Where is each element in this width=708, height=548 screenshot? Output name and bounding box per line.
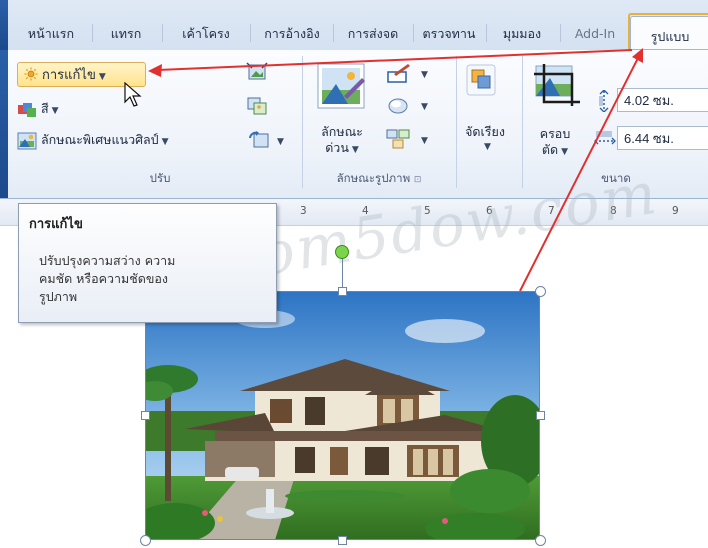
ruler-number: 4 — [362, 205, 369, 217]
height-icon — [599, 90, 609, 112]
resize-handle-bottom[interactable] — [338, 536, 347, 545]
resize-handle-left[interactable] — [141, 411, 150, 420]
group-divider — [302, 56, 303, 188]
chevron-down-icon: ▼ — [561, 147, 569, 157]
app-accent-bar — [0, 50, 8, 198]
ruler-number: 5 — [424, 205, 431, 217]
effects-icon[interactable] — [386, 96, 412, 116]
tab-divider — [560, 24, 561, 42]
tooltip-title: การแก้ไข — [29, 217, 83, 232]
change-picture-icon[interactable] — [246, 96, 268, 116]
ruler-number: 9 — [672, 205, 679, 217]
group-divider — [456, 56, 457, 188]
arrange-label: จัดเรียง — [465, 124, 505, 139]
quick-styles-label-text: ด่วน — [325, 140, 349, 155]
resize-handle-top[interactable] — [338, 287, 347, 296]
chevron-down-icon: ▼ — [161, 137, 169, 147]
ruler-number: 8 — [610, 205, 617, 217]
ruler-number: 3 — [300, 205, 307, 217]
compress-icon[interactable] — [246, 62, 268, 82]
resize-handle-bottom-left[interactable] — [140, 535, 151, 546]
tab-divider — [162, 24, 163, 42]
resize-handle-bottom-right[interactable] — [535, 535, 546, 546]
tab-review[interactable]: ตรวจทาน — [416, 21, 482, 47]
ruler-number: 6 — [486, 205, 493, 217]
group-divider — [522, 56, 523, 188]
color-icon — [18, 102, 36, 117]
crop-icon[interactable] — [532, 62, 582, 106]
artistic-effects-button[interactable]: ลักษณะพิเศษแนวศิลป์ ▼ — [17, 128, 169, 152]
tab-divider — [486, 24, 487, 42]
quick-styles-label-line1: ลักษณะ — [321, 124, 363, 139]
resize-handle-right[interactable] — [536, 411, 545, 420]
tab-divider — [92, 24, 93, 42]
chevron-down-icon: ▼ — [421, 70, 428, 80]
quick-styles-icon[interactable] — [316, 62, 368, 112]
corrections-label: การแก้ไข — [42, 68, 96, 83]
corrections-tooltip: การแก้ไข ปรับปรุงความสว่าง ความ คมชัด หร… — [18, 203, 277, 323]
tab-highlight-frame — [628, 13, 708, 51]
width-icon — [594, 131, 616, 145]
size-group-label: ขนาด — [601, 171, 631, 185]
tab-references[interactable]: การอ้างอิง — [254, 21, 330, 47]
border-icon[interactable] — [386, 62, 412, 84]
arrange-icon[interactable] — [466, 64, 496, 96]
cursor-icon — [124, 82, 142, 107]
picture-selection-frame — [145, 291, 540, 540]
tab-mailings[interactable]: การส่งจด — [336, 21, 410, 47]
crop-label-line2: ตัด ▼ — [527, 142, 583, 160]
chevron-down-icon: ▼ — [351, 145, 359, 155]
tab-divider — [413, 24, 414, 42]
crop-label-line1: ครอบ — [539, 126, 571, 141]
ruler-number: 7 — [548, 205, 555, 217]
chevron-down-icon: ▼ — [421, 102, 428, 112]
chevron-down-icon: ▼ — [51, 106, 59, 116]
chevron-down-icon: ▼ — [277, 137, 284, 147]
resize-handle-top-right[interactable] — [535, 286, 546, 297]
tab-home[interactable]: หน้าแรก — [14, 21, 88, 47]
picture-styles-group-label: ลักษณะรูปภาพ ⊡ — [304, 170, 454, 188]
tooltip-line: ปรับปรุงความสว่าง ความ — [39, 253, 176, 268]
chevron-down-icon: ▼ — [421, 136, 428, 146]
app-accent-bar — [0, 0, 8, 50]
tab-insert[interactable]: แทรก — [95, 21, 157, 47]
artistic-effects-label: ลักษณะพิเศษแนวศิลป์ — [41, 132, 159, 147]
quick-styles-label-line2: ด่วน ▼ — [310, 140, 374, 158]
height-field[interactable] — [617, 88, 708, 112]
tooltip-line: คมชัด หรือความชัดของ — [39, 271, 169, 286]
sun-icon — [24, 67, 38, 81]
tab-view[interactable]: มุมมอง — [489, 21, 555, 47]
tooltip-line: รูปภาพ — [39, 289, 78, 304]
rotate-handle[interactable] — [335, 245, 349, 259]
color-label: สี — [41, 101, 49, 116]
color-button[interactable]: สี ▼ — [17, 97, 59, 121]
tab-divider — [250, 24, 251, 42]
reset-picture-icon[interactable] — [248, 130, 272, 150]
artistic-effects-icon — [17, 132, 37, 149]
tab-page-layout[interactable]: เค้าโครง — [165, 21, 247, 47]
dialog-launcher-icon[interactable]: ⊡ — [414, 175, 422, 185]
width-field[interactable] — [617, 126, 708, 150]
chevron-down-icon: ▼ — [98, 72, 106, 82]
adjust-group-label: ปรับ — [149, 171, 171, 185]
ribbon-panel: การแก้ไข ▼ สี ▼ ลักษณะพิเศษแนวศิลป์ ▼ ▼ ปรั… — [0, 50, 708, 199]
tab-add-ins[interactable]: Add-In — [564, 21, 626, 47]
crop-label-text: ตัด — [541, 142, 559, 157]
layout-icon[interactable] — [386, 128, 412, 150]
tab-divider — [333, 24, 334, 42]
chevron-down-icon: ▼ — [484, 142, 491, 152]
picture-styles-label-text: ลักษณะรูปภาพ — [336, 171, 411, 185]
ribbon-tab-strip: หน้าแรก แทรก เค้าโครง การอ้างอิง การส่งจ… — [0, 0, 708, 51]
